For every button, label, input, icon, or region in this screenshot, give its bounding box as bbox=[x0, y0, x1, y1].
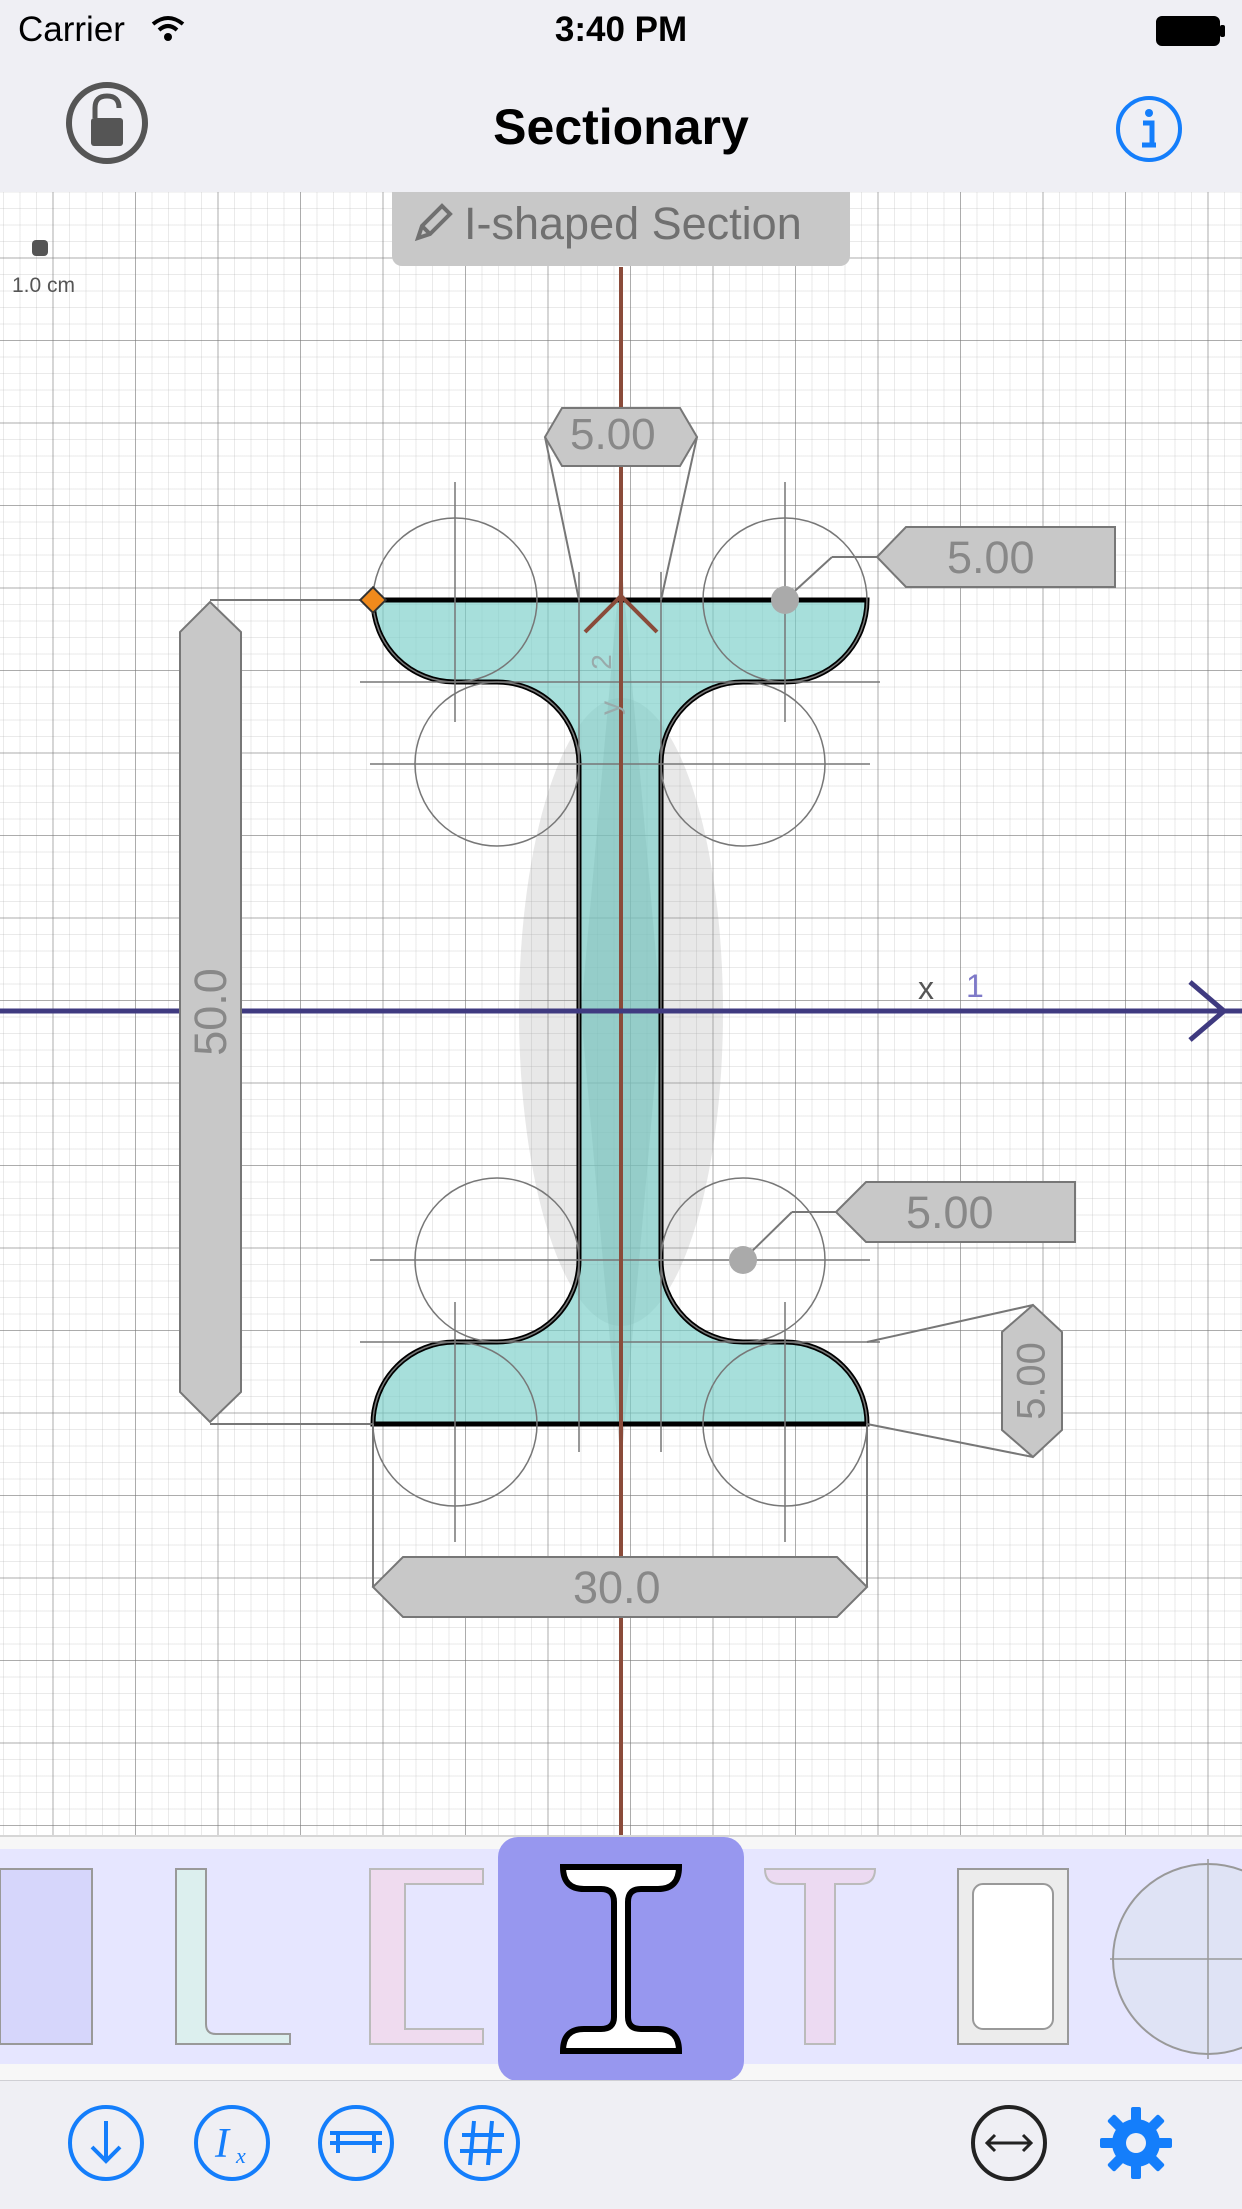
dim-radius-bottom-label[interactable]: 5.00 bbox=[906, 1187, 994, 1239]
bottom-toolbar: I x bbox=[0, 2080, 1242, 2209]
dim-height-label[interactable]: 50.0 bbox=[185, 968, 237, 1056]
y-axis-number: 2 bbox=[585, 654, 617, 670]
dim-flange-bottom-label[interactable]: 5.00 bbox=[1010, 1342, 1055, 1420]
section-title: I-shaped Section bbox=[464, 198, 802, 249]
shape-C[interactable] bbox=[355, 1849, 495, 2064]
navigation-bar: Sectionary bbox=[0, 60, 1242, 193]
grid-icon[interactable] bbox=[442, 2103, 522, 2183]
dim-flange-top-label[interactable]: 5.00 bbox=[570, 410, 656, 460]
shape-circle[interactable] bbox=[1110, 1849, 1242, 2064]
radius-center-dot bbox=[771, 586, 799, 614]
i-shape-icon bbox=[559, 1864, 683, 2054]
section-title-box[interactable]: I-shaped Section bbox=[392, 192, 850, 266]
shape-I-selected[interactable] bbox=[498, 1837, 744, 2081]
dim-width-label[interactable]: 30.0 bbox=[573, 1562, 661, 1614]
shape-hollow-rectangle[interactable] bbox=[948, 1849, 1078, 2064]
shape-L[interactable] bbox=[160, 1849, 310, 2064]
section-measure-icon[interactable] bbox=[316, 2103, 396, 2183]
x-axis-label: x bbox=[918, 970, 934, 1006]
shape-picker[interactable] bbox=[0, 1835, 1242, 2082]
status-bar: Carrier 3:40 PM bbox=[0, 0, 1242, 60]
download-icon[interactable] bbox=[66, 2103, 146, 2183]
gear-icon[interactable] bbox=[1096, 2103, 1176, 2183]
page-title: Sectionary bbox=[493, 99, 749, 155]
radius-center-dot-bottom bbox=[729, 1246, 757, 1274]
x-axis-number: 1 bbox=[966, 968, 984, 1004]
dim-radius-top bbox=[784, 556, 877, 601]
resize-arrows-icon[interactable] bbox=[969, 2103, 1049, 2183]
shape-T[interactable] bbox=[755, 1849, 885, 2064]
battery-icon bbox=[1156, 16, 1225, 46]
svg-text:x: x bbox=[235, 2143, 246, 2168]
info-icon[interactable] bbox=[1114, 94, 1184, 164]
pencil-icon bbox=[414, 203, 453, 242]
y-axis-label: y bbox=[594, 701, 625, 715]
moment-of-inertia-icon[interactable]: I x bbox=[192, 2103, 272, 2183]
clock: 3:40 PM bbox=[554, 10, 688, 49]
dim-radius-top-label[interactable]: 5.00 bbox=[947, 532, 1035, 584]
svg-text:I: I bbox=[214, 2121, 231, 2167]
drawing-canvas[interactable]: 1.0 cm I-shaped Section 5.00 5.00 50.0 5… bbox=[0, 192, 1242, 1835]
shape-rectangle[interactable] bbox=[0, 1849, 110, 2064]
